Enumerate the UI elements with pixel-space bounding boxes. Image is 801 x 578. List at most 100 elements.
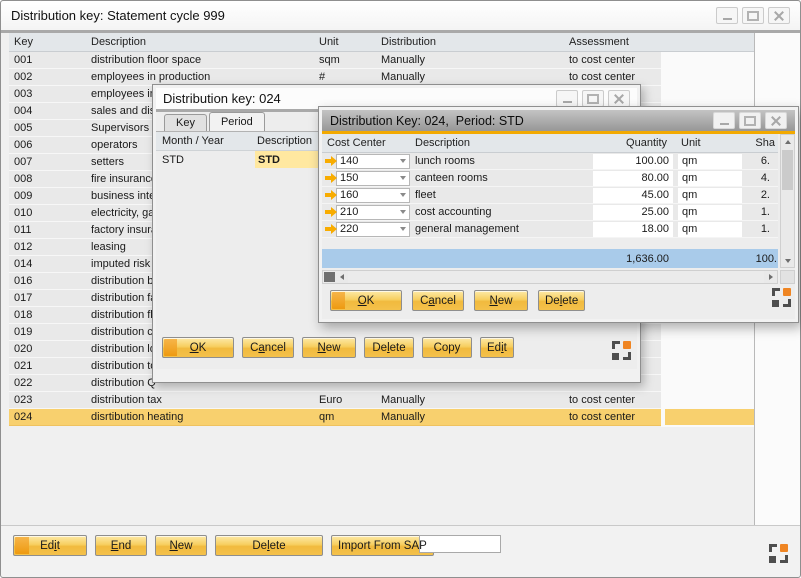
front-buttons: OK Cancel New Delete: [330, 290, 585, 311]
quantity-input[interactable]: 100.00: [593, 154, 673, 169]
column-header-cost-center: Cost Center: [322, 137, 410, 149]
cost-center-value: 160: [340, 189, 358, 201]
cell-key: 018: [14, 309, 91, 321]
cost-center-value: 210: [340, 206, 358, 218]
minimize-button[interactable]: [713, 112, 735, 129]
scroll-left-button[interactable]: [335, 271, 348, 283]
end-button[interactable]: End: [95, 535, 147, 556]
edit-button[interactable]: Edit: [480, 337, 514, 358]
arrow-up-icon: [785, 140, 791, 144]
cancel-button[interactable]: Cancel: [412, 290, 464, 311]
maximize-button[interactable]: [742, 7, 764, 24]
cost-center-select[interactable]: 140: [336, 154, 410, 169]
tab-key[interactable]: Key: [164, 114, 207, 131]
table-row[interactable]: 023 distribution tax Euro Manually to co…: [9, 392, 661, 409]
cost-center-row: 220 general management 18.00 qm 1.: [322, 221, 778, 238]
total-quantity: 1,636.00: [593, 253, 673, 265]
cell-distribution: Manually: [381, 411, 569, 423]
link-arrow-icon[interactable]: [325, 156, 338, 167]
expand-form-icon[interactable]: [772, 288, 791, 307]
quantity-input[interactable]: 80.00: [593, 171, 673, 186]
expand-form-icon[interactable]: [769, 544, 788, 563]
ok-button[interactable]: OK: [162, 337, 234, 358]
cell-key: 005: [14, 122, 91, 134]
cost-center-select[interactable]: 220: [336, 222, 410, 237]
ok-button[interactable]: OK: [330, 290, 402, 311]
scroll-down-button[interactable]: [781, 254, 794, 267]
cell-key: 020: [14, 343, 91, 355]
cell-key: 007: [14, 156, 91, 168]
cancel-button[interactable]: Cancel: [242, 337, 294, 358]
chevron-down-icon: [400, 210, 406, 214]
new-button[interactable]: New: [474, 290, 528, 311]
column-header-quantity: Quantity: [593, 137, 673, 149]
maximize-button[interactable]: [582, 90, 604, 107]
cell-distribution: Manually: [381, 54, 569, 66]
maximize-icon: [744, 116, 756, 126]
front-titlebar: Distribution Key: 024, Period: STD: [322, 110, 795, 131]
delete-button[interactable]: Delete: [538, 290, 585, 311]
close-button[interactable]: [768, 7, 790, 24]
scrollbar-thumb[interactable]: [324, 272, 335, 282]
quantity-input[interactable]: 25.00: [593, 205, 673, 220]
cost-center-row: 160 fleet 45.00 qm 2.: [322, 187, 778, 204]
cell-key: 003: [14, 88, 91, 100]
maximize-button[interactable]: [739, 112, 761, 129]
cost-center-table-body: 140 lunch rooms 100.00 qm 6. 150 canteen…: [322, 153, 778, 238]
copy-button[interactable]: Copy: [422, 337, 472, 358]
column-header-description: Description: [91, 36, 319, 48]
unit-input[interactable]: qm: [678, 171, 742, 186]
cell-assessment: to cost center: [569, 71, 661, 83]
cell-key: 008: [14, 173, 91, 185]
cell-share: 6.: [742, 155, 778, 167]
table-row[interactable]: 024 disrtibution heating qm Manually to …: [9, 409, 661, 426]
unit-input[interactable]: qm: [678, 205, 742, 220]
quantity-input[interactable]: 45.00: [593, 188, 673, 203]
vertical-scrollbar[interactable]: [780, 134, 795, 268]
unit-input[interactable]: qm: [678, 222, 742, 237]
main-table-header: Key Description Unit Distribution Assess…: [9, 33, 754, 52]
column-header-description: Description: [410, 137, 593, 149]
cost-center-value: 220: [340, 223, 358, 235]
link-arrow-icon[interactable]: [325, 207, 338, 218]
close-button[interactable]: [608, 90, 630, 107]
delete-button[interactable]: Delete: [364, 337, 414, 358]
cell-key: 009: [14, 190, 91, 202]
cell-description: canteen rooms: [410, 172, 593, 184]
minimize-button[interactable]: [716, 7, 738, 24]
cell-key: 023: [14, 394, 91, 406]
close-button[interactable]: [765, 112, 787, 129]
new-button[interactable]: New: [155, 535, 207, 556]
scroll-up-button[interactable]: [781, 135, 794, 148]
chevron-down-icon: [400, 176, 406, 180]
quantity-input[interactable]: 18.00: [593, 222, 673, 237]
cell-key: 016: [14, 275, 91, 287]
minimize-icon: [720, 123, 729, 125]
window-title: Distribution Key: 024, Period: STD: [330, 114, 524, 128]
delete-button[interactable]: Delete: [215, 535, 323, 556]
cell-assessment: to cost center: [569, 394, 661, 406]
column-header-unit: Unit: [673, 137, 742, 149]
expand-form-icon[interactable]: [612, 341, 631, 360]
unit-input[interactable]: qm: [678, 154, 742, 169]
edit-button[interactable]: Edit: [13, 535, 87, 556]
scrollbar-thumb[interactable]: [782, 150, 793, 190]
arrow-right-icon: [769, 274, 773, 280]
footer-input[interactable]: [419, 535, 501, 553]
cost-center-select[interactable]: 150: [336, 171, 410, 186]
tab-period[interactable]: Period: [209, 112, 265, 131]
minimize-button[interactable]: [556, 90, 578, 107]
cost-center-select[interactable]: 160: [336, 188, 410, 203]
scroll-right-button[interactable]: [764, 271, 777, 283]
cell-key: 010: [14, 207, 91, 219]
cell-description: distribution tax: [91, 394, 319, 406]
horizontal-scrollbar[interactable]: [322, 270, 778, 284]
table-row[interactable]: 001 distribution floor space sqm Manuall…: [9, 52, 661, 69]
link-arrow-icon[interactable]: [325, 190, 338, 201]
new-button[interactable]: New: [302, 337, 356, 358]
link-arrow-icon[interactable]: [325, 224, 338, 235]
unit-input[interactable]: qm: [678, 188, 742, 203]
column-header-share: Sha: [742, 137, 778, 149]
link-arrow-icon[interactable]: [325, 173, 338, 184]
cost-center-select[interactable]: 210: [336, 205, 410, 220]
